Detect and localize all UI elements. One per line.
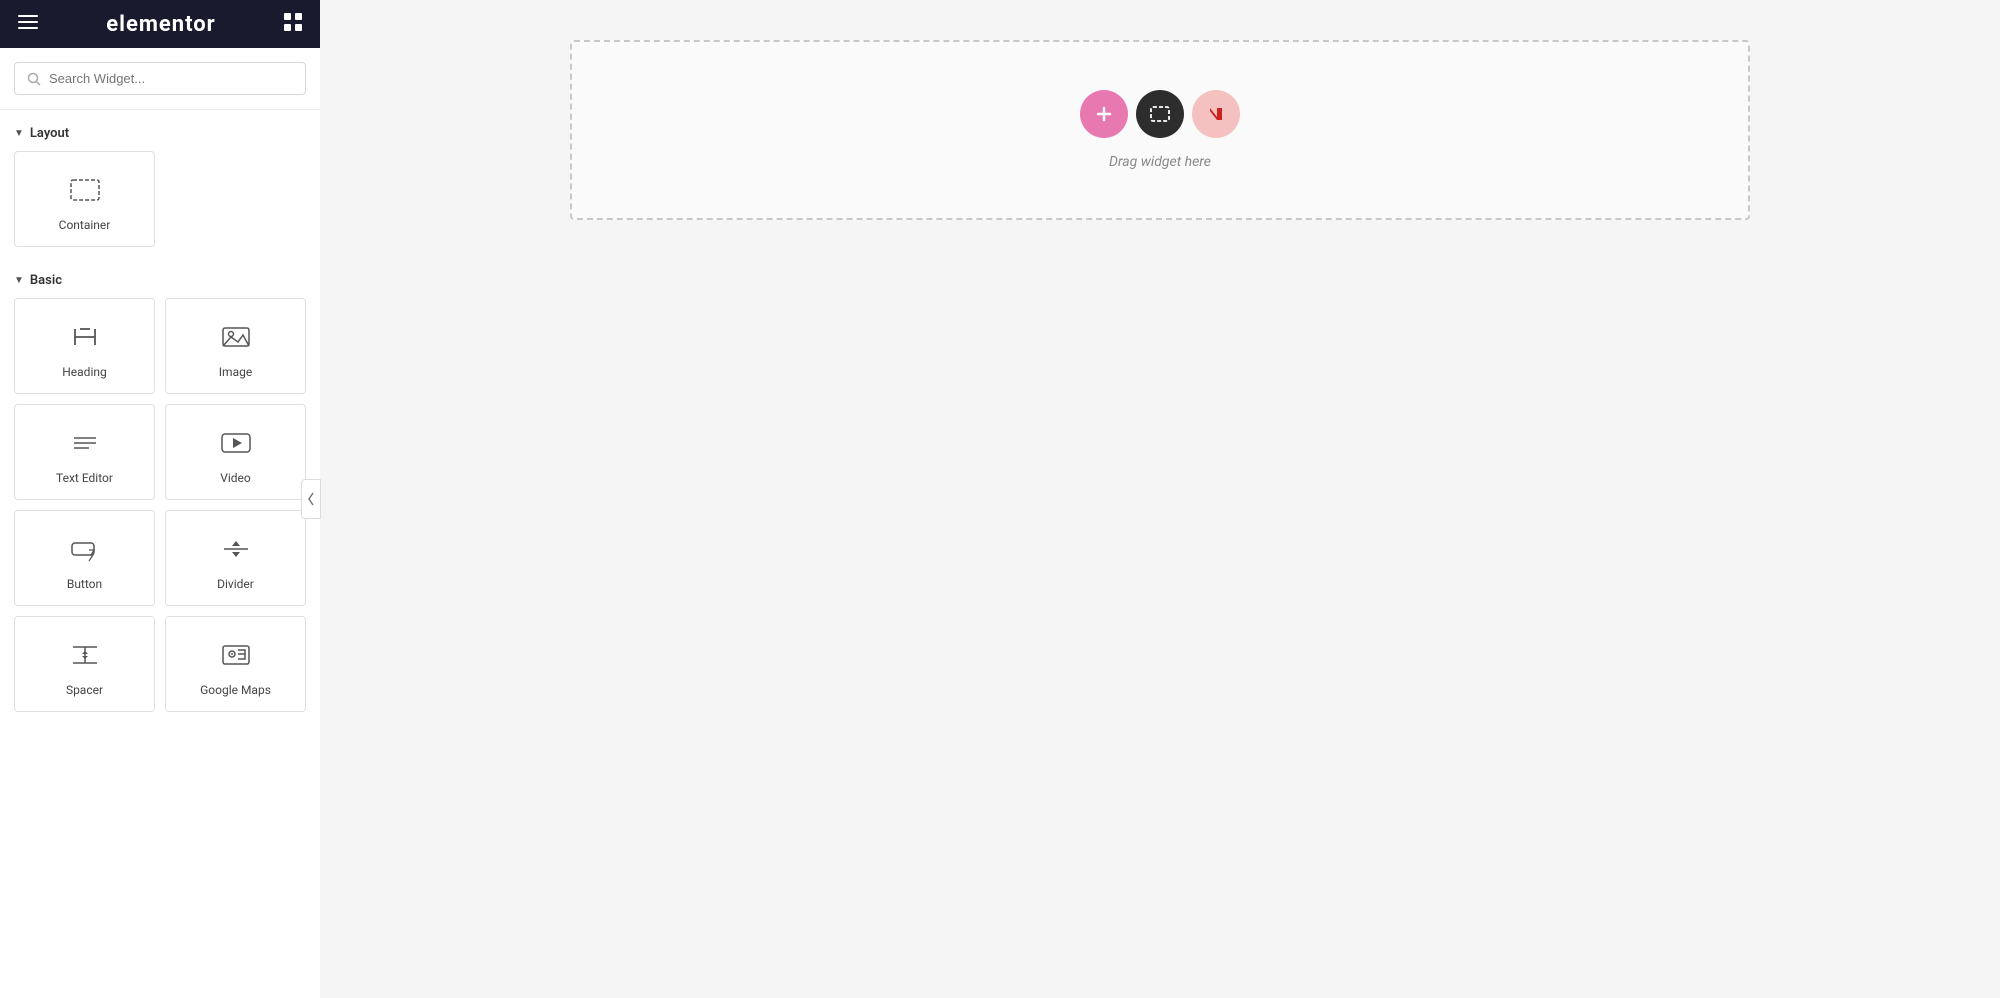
search-container — [0, 48, 320, 110]
widget-label-button: Button — [67, 577, 102, 591]
text-editor-icon — [67, 425, 103, 461]
divider-icon — [218, 531, 254, 567]
hamburger-icon[interactable] — [18, 12, 38, 36]
search-input[interactable] — [49, 71, 293, 86]
add-container-button[interactable] — [1136, 90, 1184, 138]
sidebar-header: elementor — [0, 0, 320, 48]
search-icon — [27, 72, 41, 86]
basic-widget-grid: Heading Image Text Editor — [0, 298, 320, 722]
grid-icon[interactable] — [284, 13, 302, 35]
canvas-area: Drag widget here — [570, 40, 1750, 220]
chevron-down-icon: ▼ — [14, 128, 24, 139]
widget-text-editor[interactable]: Text Editor — [14, 404, 155, 500]
drop-zone-icons — [1080, 90, 1240, 138]
drop-zone-label: Drag widget here — [1109, 154, 1211, 170]
image-icon — [218, 319, 254, 355]
collapse-sidebar-button[interactable] — [301, 479, 321, 519]
container-icon — [67, 172, 103, 208]
search-input-wrapper — [14, 62, 306, 95]
widget-button[interactable]: Button — [14, 510, 155, 606]
widget-label-container: Container — [59, 218, 111, 232]
sidebar: elementor ▼ Layou — [0, 0, 320, 998]
add-template-button[interactable] — [1192, 90, 1240, 138]
widget-video[interactable]: Video — [165, 404, 306, 500]
widget-container[interactable]: Container — [14, 151, 155, 247]
widget-label-google-maps: Google Maps — [200, 683, 271, 697]
widget-label-video: Video — [220, 471, 251, 485]
button-icon — [67, 531, 103, 567]
section-label-basic: Basic — [30, 273, 62, 288]
layout-widget-grid: Container — [0, 151, 320, 257]
section-label-layout: Layout — [30, 126, 69, 141]
section-header-basic[interactable]: ▼ Basic — [0, 257, 320, 298]
widget-label-text-editor: Text Editor — [56, 471, 113, 485]
widget-heading[interactable]: Heading — [14, 298, 155, 394]
widget-label-image: Image — [219, 365, 252, 379]
widget-label-heading: Heading — [62, 365, 107, 379]
section-header-layout[interactable]: ▼ Layout — [0, 110, 320, 151]
elementor-logo: elementor — [106, 12, 216, 37]
widget-divider[interactable]: Divider — [165, 510, 306, 606]
widget-google-maps[interactable]: Google Maps — [165, 616, 306, 712]
google-maps-icon — [218, 637, 254, 673]
main-canvas: Drag widget here — [320, 0, 2000, 998]
widget-image[interactable]: Image — [165, 298, 306, 394]
sidebar-panel: elementor ▼ Layou — [0, 0, 320, 998]
drop-zone[interactable]: Drag widget here — [570, 40, 1750, 220]
spacer-icon — [67, 637, 103, 673]
video-icon — [218, 425, 254, 461]
chevron-down-icon-basic: ▼ — [14, 275, 24, 286]
heading-icon — [67, 319, 103, 355]
widget-spacer[interactable]: Spacer — [14, 616, 155, 712]
add-section-button[interactable] — [1080, 90, 1128, 138]
widget-label-spacer: Spacer — [66, 683, 103, 697]
widget-label-divider: Divider — [217, 577, 254, 591]
